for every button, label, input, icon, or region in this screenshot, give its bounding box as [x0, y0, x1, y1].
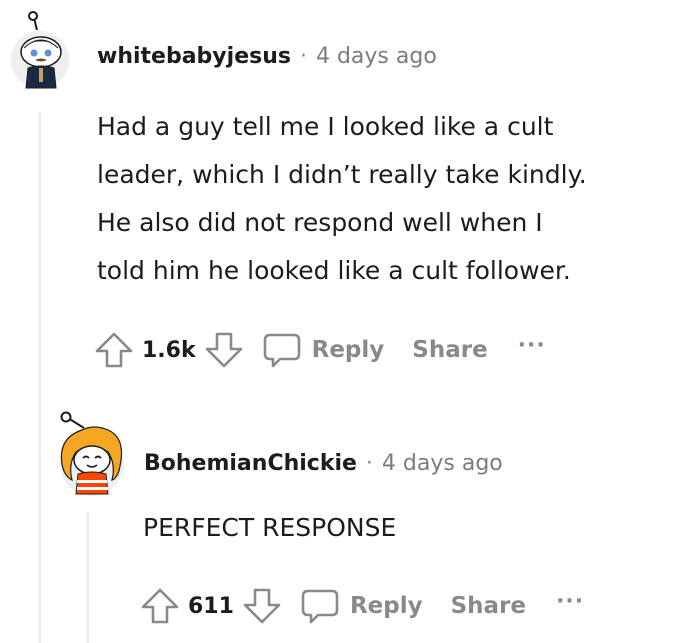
comment-body: Had a guy tell me I looked like a cult l…: [97, 103, 697, 295]
downvote-arrow-icon: [243, 588, 281, 624]
vote-count: 1.6k: [142, 337, 196, 363]
username[interactable]: BohemianChickie: [144, 451, 357, 476]
comment-actions: 611 Reply Share ···: [140, 586, 584, 626]
timestamp[interactable]: 4 days ago: [382, 451, 503, 476]
comment-line: leader, which I didn’t really take kindl…: [97, 160, 587, 189]
downvote-button[interactable]: [242, 587, 282, 625]
comment-actions: 1.6k Reply Share ···: [94, 330, 546, 370]
snoo-avatar-icon: [11, 11, 69, 89]
upvote-arrow-icon: [141, 588, 179, 624]
downvote-arrow-icon: [205, 332, 242, 368]
avatar[interactable]: [6, 10, 72, 90]
more-options-button[interactable]: ···: [518, 333, 546, 358]
comment-body: PERFECT RESPONSE: [143, 504, 683, 552]
username[interactable]: whitebabyjesus: [97, 44, 291, 69]
comment-header: whitebabyjesus · 4 days ago: [97, 44, 437, 69]
snoo-avatar-icon: [60, 411, 124, 496]
reply-label: Reply: [311, 337, 385, 363]
comment-line: PERFECT RESPONSE: [143, 513, 397, 542]
comment-line: He also did not respond well when I: [97, 208, 543, 237]
reply-button[interactable]: Reply: [300, 587, 423, 625]
avatar[interactable]: [54, 408, 128, 500]
upvote-arrow-icon: [95, 332, 133, 368]
vote-count: 611: [188, 593, 234, 619]
separator-dot: ·: [365, 451, 373, 476]
comment-line: told him he looked like a cult follower.: [97, 256, 571, 285]
thread-line[interactable]: [38, 112, 41, 643]
reply-label: Reply: [349, 593, 423, 619]
reply-button[interactable]: Reply: [262, 331, 385, 369]
downvote-button[interactable]: [204, 331, 244, 369]
upvote-button[interactable]: [94, 331, 134, 369]
timestamp[interactable]: 4 days ago: [316, 44, 437, 69]
speech-bubble-icon: [263, 333, 300, 368]
speech-bubble-icon: [301, 589, 339, 624]
share-button[interactable]: Share: [451, 593, 526, 619]
reply-thread-line[interactable]: [86, 512, 89, 643]
share-button[interactable]: Share: [412, 337, 487, 363]
separator-dot: ·: [299, 44, 307, 69]
more-options-button[interactable]: ···: [556, 589, 584, 614]
comment-header: BohemianChickie · 4 days ago: [144, 451, 503, 476]
comment-line: Had a guy tell me I looked like a cult: [97, 112, 554, 141]
upvote-button[interactable]: [140, 587, 180, 625]
